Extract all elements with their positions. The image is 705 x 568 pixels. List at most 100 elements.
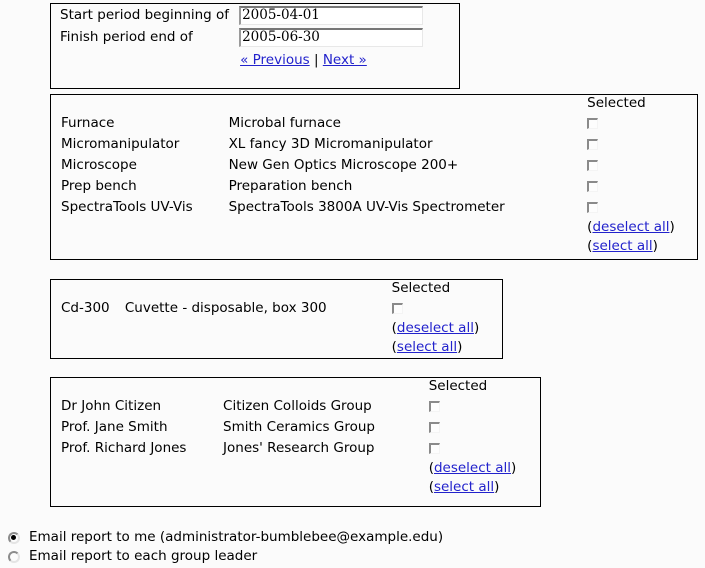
equipment-header-code-spacer bbox=[51, 95, 229, 113]
group-leader-name: Dr John Citizen bbox=[61, 398, 162, 414]
equipment-code: Furnace bbox=[61, 115, 115, 131]
group-checkbox[interactable] bbox=[428, 401, 440, 412]
group-links-row: (deselect all) (select all) bbox=[51, 459, 540, 497]
finish-period-label: Finish period end of bbox=[60, 29, 193, 45]
paren-close: ) bbox=[473, 320, 480, 336]
equipment-select-all-link[interactable]: select all bbox=[592, 238, 652, 254]
consumable-links-spacer-1 bbox=[51, 319, 125, 357]
group-checkbox[interactable] bbox=[428, 443, 440, 454]
email-delivery-options: Email report to me (administrator-bumble… bbox=[8, 528, 443, 566]
email-option-row-me[interactable]: Email report to me (administrator-bumble… bbox=[8, 528, 443, 547]
group-checkbox-cell bbox=[428, 417, 540, 438]
equipment-links-spacer-2 bbox=[229, 218, 588, 256]
equipment-checkbox-cell bbox=[587, 197, 697, 218]
consumable-select-all-row: (select all) bbox=[392, 338, 502, 357]
equipment-select-all-row: (select all) bbox=[587, 237, 697, 256]
group-links-spacer-2 bbox=[223, 459, 429, 497]
period-nav-row: « Previous | Next » bbox=[51, 48, 423, 70]
equipment-links-spacer-1 bbox=[51, 218, 229, 256]
equipment-header-row: Selected bbox=[51, 95, 697, 113]
start-period-input[interactable] bbox=[239, 5, 424, 25]
group-checkbox[interactable] bbox=[428, 422, 440, 433]
finish-period-input[interactable] bbox=[239, 27, 424, 47]
equipment-deselect-all-link[interactable]: deselect all bbox=[592, 219, 669, 235]
previous-period-link[interactable]: « Previous bbox=[240, 52, 310, 68]
group-selected-header: Selected bbox=[428, 378, 488, 394]
equipment-selected-header: Selected bbox=[587, 95, 646, 111]
start-period-row: Start period beginning of bbox=[51, 4, 424, 26]
equipment-checkbox-cell bbox=[587, 113, 697, 134]
table-row: SpectraTools UV-Vis SpectraTools 3800A U… bbox=[51, 197, 697, 218]
group-header-code-spacer bbox=[51, 378, 223, 396]
group-name: Smith Ceramics Group bbox=[223, 419, 375, 435]
equipment-selection-box: Selected Furnace Microbal furnace Microm… bbox=[50, 94, 698, 260]
paren-close: ) bbox=[457, 339, 463, 355]
equipment-deselect-all-row: (deselect all) bbox=[587, 218, 697, 237]
group-leader-name: Prof. Jane Smith bbox=[61, 419, 168, 435]
consumable-header-code-spacer bbox=[51, 280, 125, 298]
group-checkbox-cell bbox=[428, 396, 540, 417]
group-selection-box: Selected Dr John Citizen Citizen Colloid… bbox=[50, 377, 541, 507]
email-option-row-group-leader[interactable]: Email report to each group leader bbox=[8, 547, 443, 566]
equipment-description: XL fancy 3D Micromanipulator bbox=[228, 136, 433, 152]
finish-period-field-cell bbox=[239, 26, 424, 48]
equipment-bulk-links: (deselect all) (select all) bbox=[587, 218, 697, 256]
consumable-code: Cd-300 bbox=[61, 300, 110, 316]
email-to-group-leader-radio[interactable] bbox=[8, 550, 20, 563]
consumable-deselect-all-link[interactable]: deselect all bbox=[397, 320, 474, 336]
group-name: Jones' Research Group bbox=[223, 440, 375, 456]
consumable-checkbox[interactable] bbox=[391, 303, 403, 314]
paren-close: ) bbox=[652, 238, 658, 254]
equipment-checkbox[interactable] bbox=[587, 181, 599, 192]
paren-close: ) bbox=[494, 479, 500, 495]
equipment-code: Prep bench bbox=[61, 178, 137, 194]
table-row: Microscope New Gen Optics Microscope 200… bbox=[51, 155, 697, 176]
paren-close: ) bbox=[511, 460, 517, 476]
nav-separator: | bbox=[309, 52, 323, 68]
table-row: Furnace Microbal furnace bbox=[51, 113, 697, 134]
paren-close: ) bbox=[669, 219, 675, 235]
equipment-checkbox-cell bbox=[587, 176, 697, 197]
equipment-code: Micromanipulator bbox=[61, 136, 180, 152]
equipment-code: Microscope bbox=[61, 157, 137, 173]
table-row: Prep bench Preparation bench bbox=[51, 176, 697, 197]
consumable-selection-box: Selected Cd-300 Cuvette - disposable, bo… bbox=[50, 279, 503, 359]
equipment-checkbox[interactable] bbox=[587, 139, 599, 150]
equipment-table: Selected Furnace Microbal furnace Microm… bbox=[51, 95, 697, 256]
next-period-link[interactable]: Next » bbox=[323, 52, 367, 68]
group-links-spacer-1 bbox=[51, 459, 223, 497]
group-table: Selected Dr John Citizen Citizen Colloid… bbox=[51, 378, 540, 497]
equipment-description: Preparation bench bbox=[228, 178, 353, 194]
table-row: Dr John Citizen Citizen Colloids Group bbox=[51, 396, 540, 417]
group-header-desc-spacer bbox=[223, 378, 429, 396]
consumable-selected-header: Selected bbox=[391, 280, 451, 296]
finish-period-row: Finish period end of bbox=[51, 26, 424, 48]
email-to-group-leader-label: Email report to each group leader bbox=[29, 548, 258, 564]
consumable-links-row: (deselect all) (select all) bbox=[51, 319, 502, 357]
group-bulk-links: (deselect all) (select all) bbox=[429, 459, 540, 497]
equipment-description: New Gen Optics Microscope 200+ bbox=[228, 157, 459, 173]
group-deselect-all-row: (deselect all) bbox=[429, 459, 540, 478]
group-checkbox-cell bbox=[428, 438, 540, 459]
consumable-header-row: Selected bbox=[51, 280, 502, 298]
group-deselect-all-link[interactable]: deselect all bbox=[434, 460, 511, 476]
consumable-description: Cuvette - disposable, box 300 bbox=[124, 300, 327, 316]
equipment-checkbox-cell bbox=[587, 134, 697, 155]
table-row: Prof. Jane Smith Smith Ceramics Group bbox=[51, 417, 540, 438]
email-to-me-radio[interactable] bbox=[8, 531, 20, 544]
table-row: Cd-300 Cuvette - disposable, box 300 bbox=[51, 298, 502, 319]
consumable-bulk-links: (deselect all) (select all) bbox=[392, 319, 502, 357]
group-leader-name: Prof. Richard Jones bbox=[61, 440, 187, 456]
start-period-label: Start period beginning of bbox=[60, 7, 230, 23]
consumable-table: Selected Cd-300 Cuvette - disposable, bo… bbox=[51, 280, 502, 357]
equipment-checkbox[interactable] bbox=[587, 118, 599, 129]
equipment-header-desc-spacer bbox=[229, 95, 588, 113]
equipment-checkbox[interactable] bbox=[587, 160, 599, 171]
consumable-select-all-link[interactable]: select all bbox=[397, 339, 457, 355]
equipment-description: Microbal furnace bbox=[228, 115, 341, 131]
group-select-all-link[interactable]: select all bbox=[434, 479, 494, 495]
group-select-all-row: (select all) bbox=[429, 478, 540, 497]
email-to-me-label: Email report to me (administrator-bumble… bbox=[29, 529, 444, 545]
equipment-checkbox[interactable] bbox=[587, 202, 599, 213]
equipment-links-row: (deselect all) (select all) bbox=[51, 218, 697, 256]
